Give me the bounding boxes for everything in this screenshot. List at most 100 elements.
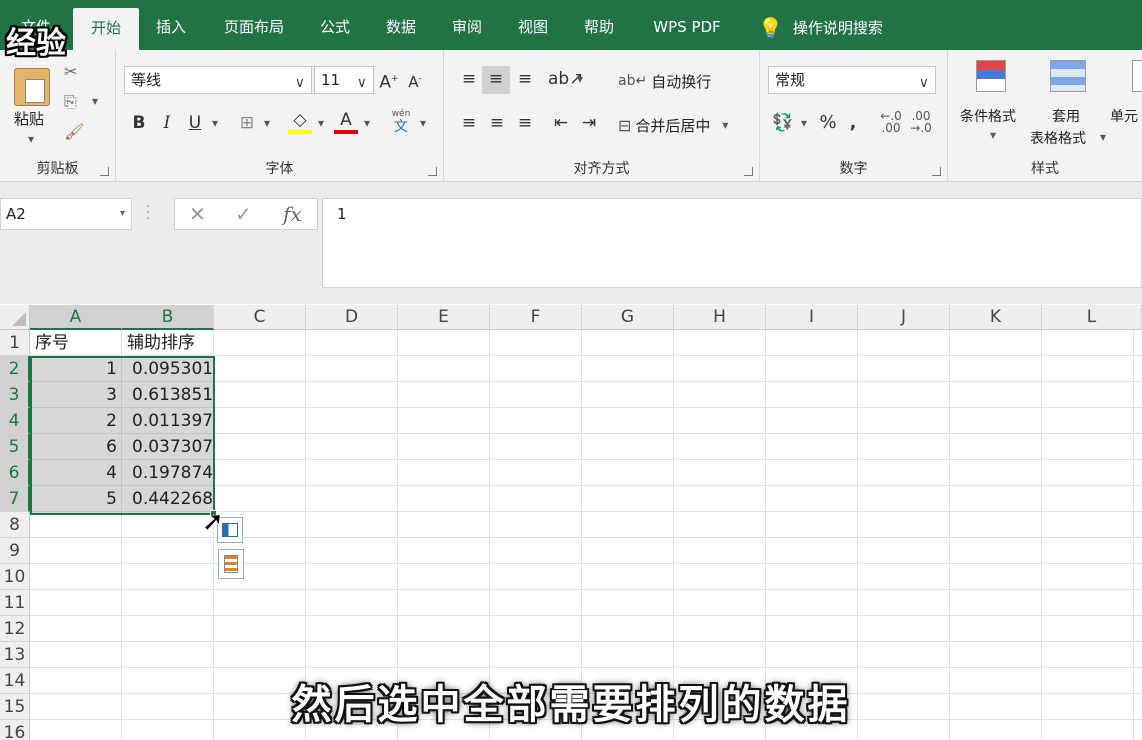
accounting-format-icon[interactable]: 💱 — [770, 110, 796, 138]
row-header-9[interactable]: 9 — [0, 538, 30, 564]
drag-handle-icon[interactable]: · · · — [146, 200, 150, 226]
column-header-k[interactable]: K — [950, 305, 1042, 330]
cell-styles-button[interactable]: 单元 — [1110, 106, 1138, 126]
name-box[interactable]: A2 ▾ — [0, 198, 132, 230]
format-as-table-icon[interactable] — [1050, 60, 1086, 92]
fill-color-dropdown-icon[interactable]: ▾ — [314, 110, 328, 138]
conditional-format-icon[interactable] — [976, 60, 1006, 92]
column-header-b[interactable]: B — [122, 305, 214, 330]
cell-b5[interactable]: 0.037307 — [122, 434, 214, 460]
border-icon[interactable]: ⊞ — [234, 110, 260, 138]
paste-dropdown-icon[interactable]: ▾ — [28, 132, 34, 146]
select-all-button[interactable] — [0, 305, 30, 330]
formula-input[interactable]: 1 — [322, 198, 1142, 288]
decrease-font-icon[interactable]: A- — [404, 66, 426, 94]
format-painter-icon[interactable]: 🖌 — [64, 122, 84, 141]
row-header-13[interactable]: 13 — [0, 642, 30, 668]
merge-dropdown-icon[interactable]: ▾ — [722, 118, 728, 132]
number-format-combo[interactable]: 常规 ∨ — [768, 66, 936, 94]
row-header-1[interactable]: 1 — [0, 330, 30, 356]
cell-a5[interactable]: 6 — [30, 434, 122, 460]
cell-a4[interactable]: 2 — [30, 408, 122, 434]
enter-icon[interactable]: ✓ — [235, 199, 252, 229]
column-header-c[interactable]: C — [214, 305, 306, 330]
align-left-icon[interactable]: ≡ — [456, 110, 482, 138]
cut-icon[interactable]: ✂ — [64, 62, 77, 81]
font-size-combo[interactable]: 11 ∨ — [314, 66, 374, 94]
fill-color-icon[interactable]: ◇ — [288, 110, 312, 138]
align-top-icon[interactable]: ≡ — [456, 66, 482, 94]
font-color-dropdown-icon[interactable]: ▾ — [360, 110, 374, 138]
align-right-icon[interactable]: ≡ — [512, 110, 538, 138]
column-header-d[interactable]: D — [306, 305, 398, 330]
format-as-table-line1[interactable]: 套用 — [1052, 106, 1080, 126]
conditional-dropdown-icon[interactable]: ▾ — [990, 128, 996, 142]
tab-insert[interactable]: 插入 — [146, 10, 196, 46]
format-as-table-dropdown-icon[interactable]: ▾ — [1100, 130, 1106, 144]
column-header-l[interactable]: L — [1042, 305, 1142, 330]
cell-a6[interactable]: 4 — [30, 460, 122, 486]
bold-button[interactable]: B — [128, 110, 150, 138]
tab-data[interactable]: 数据 — [376, 10, 426, 46]
tab-review[interactable]: 审阅 — [442, 10, 492, 46]
font-color-icon[interactable]: A — [334, 110, 358, 138]
row-header-8[interactable]: 8 — [0, 512, 30, 538]
row-header-2[interactable]: 2 — [0, 356, 30, 382]
column-header-e[interactable]: E — [398, 305, 490, 330]
conditional-format-button[interactable]: 条件格式 — [960, 106, 1016, 126]
cell-a3[interactable]: 3 — [30, 382, 122, 408]
row-header-10[interactable]: 10 — [0, 564, 30, 590]
flash-fill-icon[interactable] — [218, 549, 244, 579]
cell-a2[interactable]: 1 — [30, 356, 122, 382]
font-launcher-icon[interactable] — [428, 167, 437, 176]
align-bottom-icon[interactable]: ≡ — [512, 66, 538, 94]
tab-view[interactable]: 视图 — [508, 10, 558, 46]
column-header-j[interactable]: J — [858, 305, 950, 330]
row-header-11[interactable]: 11 — [0, 590, 30, 616]
tab-home[interactable]: 开始 — [73, 8, 139, 50]
insert-function-button[interactable]: fx — [283, 199, 302, 229]
tab-page-layout[interactable]: 页面布局 — [212, 10, 296, 46]
copy-dropdown-icon[interactable]: ▾ — [92, 94, 98, 108]
row-header-4[interactable]: 4 — [0, 408, 30, 434]
tab-formulas[interactable]: 公式 — [310, 10, 360, 46]
paste-button[interactable]: 粘贴 — [14, 108, 44, 129]
row-header-6[interactable]: 6 — [0, 460, 30, 486]
percent-button[interactable]: % — [816, 110, 840, 138]
format-as-table-line2[interactable]: 表格格式 — [1030, 128, 1086, 148]
phonetic-dropdown-icon[interactable]: ▾ — [416, 110, 430, 138]
align-center-icon[interactable]: ≡ — [484, 110, 510, 138]
wrap-text-button[interactable]: ab↵ 自动换行 — [618, 68, 711, 94]
decrease-indent-icon[interactable]: ⇤ — [548, 110, 574, 138]
tab-wps-pdf[interactable]: WPS PDF — [640, 10, 734, 46]
cancel-icon[interactable]: ✕ — [189, 199, 206, 229]
clipboard-launcher-icon[interactable] — [100, 167, 109, 176]
merge-center-button[interactable]: ⊟ 合并后居中 ▾ — [618, 112, 728, 138]
orientation-icon[interactable]: ab↗ — [548, 66, 583, 94]
cell-b4[interactable]: 0.011397 — [122, 408, 214, 434]
column-header-f[interactable]: F — [490, 305, 582, 330]
increase-decimal-icon[interactable]: ←.0.00 — [878, 110, 904, 138]
alignment-launcher-icon[interactable] — [744, 167, 753, 176]
underline-button[interactable]: U — [184, 110, 206, 138]
accounting-dropdown-icon[interactable]: ▾ — [798, 110, 810, 138]
cell-b2[interactable]: 0.095301 — [122, 356, 214, 382]
cell-b7[interactable]: 0.442268 — [122, 486, 214, 512]
comma-button[interactable]: , — [844, 110, 862, 138]
underline-dropdown-icon[interactable]: ▾ — [208, 110, 222, 138]
font-name-combo[interactable]: 等线 ∨ — [124, 66, 312, 94]
cell-b6[interactable]: 0.197874 — [122, 460, 214, 486]
orientation-dropdown-icon[interactable]: ▾ — [574, 66, 586, 94]
phonetic-icon[interactable]: wén 文 — [388, 108, 414, 134]
tell-me-search[interactable]: 💡 操作说明搜索 — [758, 10, 908, 46]
column-header-i[interactable]: I — [766, 305, 858, 330]
number-launcher-icon[interactable] — [932, 167, 941, 176]
align-middle-icon[interactable]: ≡ — [482, 66, 510, 94]
cell-b1[interactable]: 辅助排序 — [122, 330, 214, 356]
increase-font-icon[interactable]: A+ — [378, 66, 400, 94]
row-header-12[interactable]: 12 — [0, 616, 30, 642]
cell-a7[interactable]: 5 — [30, 486, 122, 512]
border-dropdown-icon[interactable]: ▾ — [260, 110, 274, 138]
tab-help[interactable]: 帮助 — [574, 10, 624, 46]
column-header-a[interactable]: A — [30, 305, 122, 330]
